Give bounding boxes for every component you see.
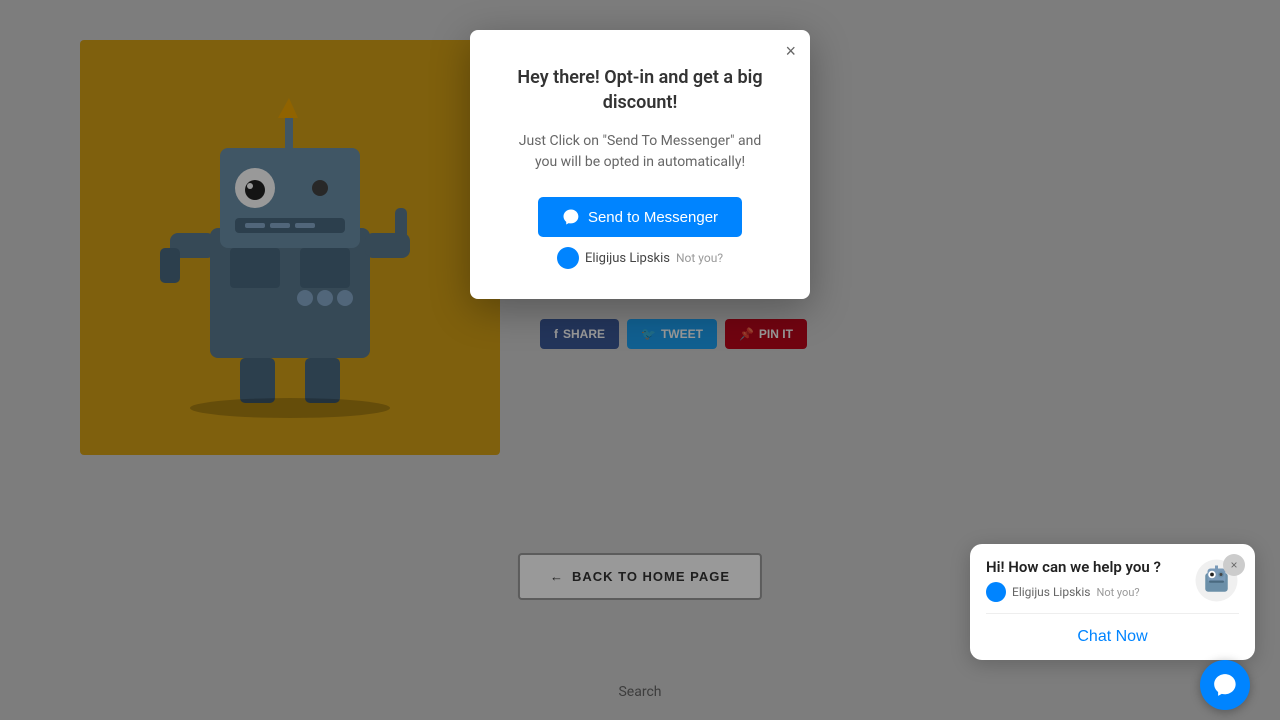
modal-not-you[interactable]: Not you? (676, 251, 723, 265)
chat-user-row: Eligijus Lipskis Not you? (986, 582, 1186, 602)
modal-avatar (557, 247, 579, 269)
chat-widget: × Hi! How can we help you ? Eligijus Lip… (970, 544, 1255, 660)
modal-user-name: Eligijus Lipskis (585, 251, 670, 266)
chat-widget-header: Hi! How can we help you ? Eligijus Lipsk… (970, 544, 1255, 613)
chat-close-button[interactable]: × (1223, 554, 1245, 576)
chat-widget-info: Hi! How can we help you ? Eligijus Lipsk… (986, 558, 1186, 602)
chat-not-you[interactable]: Not you? (1096, 586, 1139, 599)
modal-close-button[interactable]: × (785, 42, 796, 60)
modal-title: Hey there! Opt-in and get a big discount… (510, 65, 770, 115)
chat-avatar (986, 582, 1006, 602)
send-to-messenger-button[interactable]: Send to Messenger (538, 197, 742, 237)
chat-username: Eligijus Lipskis (1012, 585, 1090, 599)
modal-subtitle: Just Click on "Send To Messenger" and yo… (510, 131, 770, 173)
send-messenger-label: Send to Messenger (588, 209, 718, 226)
messenger-fab-button[interactable] (1200, 660, 1250, 710)
modal-user-row: Eligijus Lipskis Not you? (510, 247, 770, 269)
opt-in-modal: × Hey there! Opt-in and get a big discou… (470, 30, 810, 299)
chat-now-button[interactable]: Chat Now (970, 614, 1255, 660)
chat-greeting: Hi! How can we help you ? (986, 558, 1186, 576)
